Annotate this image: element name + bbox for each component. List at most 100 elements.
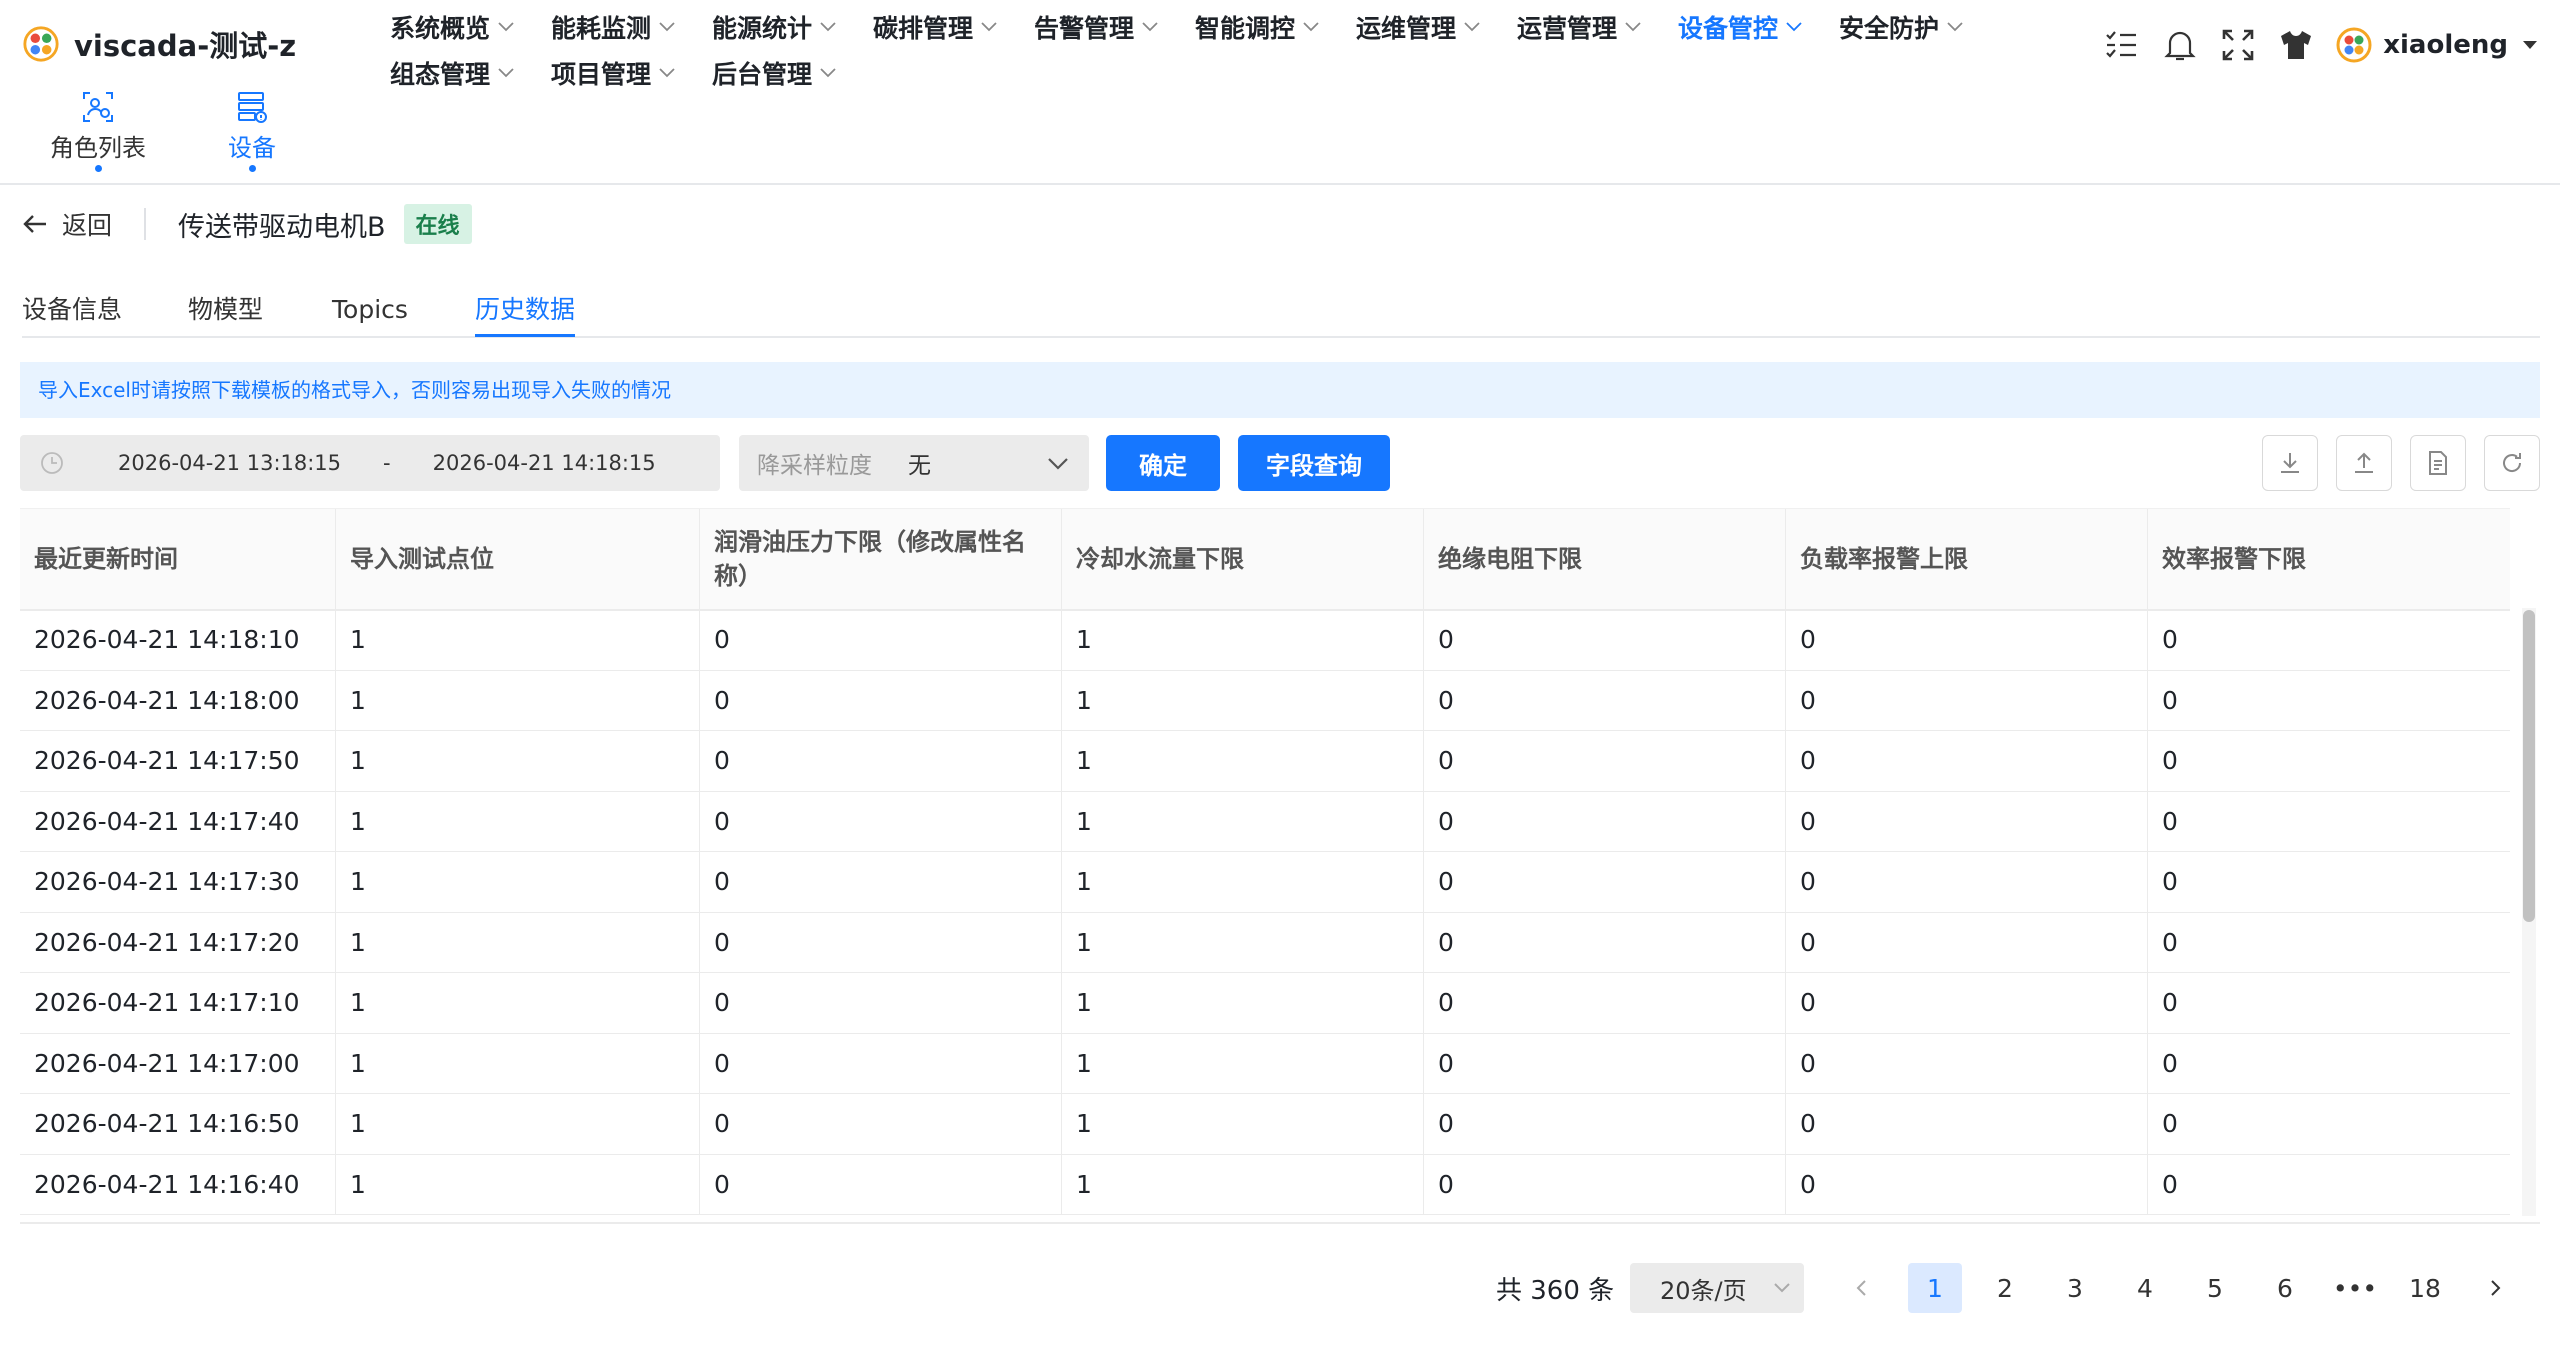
chevron-down-icon bbox=[498, 22, 514, 32]
page-button[interactable]: 3 bbox=[2048, 1263, 2102, 1313]
app-title: viscada-测试-z bbox=[74, 29, 297, 63]
logo-icon bbox=[23, 26, 59, 62]
arrow-left-icon bbox=[23, 215, 46, 233]
download-icon bbox=[2281, 453, 2299, 473]
prev-page-button[interactable] bbox=[1835, 1263, 1889, 1313]
tab-history-data[interactable]: 历史数据 bbox=[475, 292, 576, 337]
page-button[interactable]: 6 bbox=[2258, 1263, 2312, 1313]
page-ellipsis[interactable]: ••• bbox=[2328, 1263, 2382, 1313]
table-row: 2026-04-21 14:16:40 1 0 1 0 0 0 bbox=[20, 1154, 2510, 1215]
nav-item-row1-3[interactable]: 碳排管理 bbox=[873, 7, 1034, 47]
page-button[interactable]: 18 bbox=[2398, 1263, 2452, 1313]
table-cell: 0 bbox=[700, 791, 1062, 851]
table-cell: 0 bbox=[700, 973, 1062, 1033]
chevron-down-icon bbox=[1303, 22, 1319, 32]
table-cell: 1 bbox=[336, 1094, 700, 1154]
upload-button[interactable] bbox=[2336, 435, 2392, 491]
table-cell: 0 bbox=[1424, 731, 1786, 791]
table-cell: 2026-04-21 14:17:00 bbox=[20, 1033, 336, 1093]
download-button[interactable] bbox=[2262, 435, 2318, 491]
nav-item-label: 运维管理 bbox=[1356, 14, 1457, 43]
range-start[interactable]: 2026-04-21 13:18:15 bbox=[118, 451, 341, 475]
subnav-roles[interactable]: 角色列表 bbox=[28, 90, 168, 172]
tab-topics[interactable]: Topics bbox=[332, 292, 408, 334]
table-cell: 0 bbox=[700, 912, 1062, 972]
main-nav-row-1: 系统概览 能耗监测 能源统计 碳排管理 告警管理 智能调控 运维管理 运营管理 设备管控 安全防护 bbox=[390, 7, 2000, 47]
nav-item-row1-7[interactable]: 运营管理 bbox=[1517, 7, 1678, 47]
table-row: 2026-04-21 14:18:10 1 0 1 0 0 0 bbox=[20, 610, 2510, 671]
back-button[interactable]: 返回 bbox=[22, 206, 112, 242]
table-cell: 0 bbox=[2162, 1169, 2178, 1199]
table-cell: 1 bbox=[336, 791, 700, 851]
app-logo[interactable]: viscada-测试-z bbox=[22, 24, 296, 64]
subnav-device[interactable]: 设备 bbox=[182, 90, 322, 172]
next-page-button[interactable] bbox=[2468, 1263, 2522, 1313]
nav-item-row1-8[interactable]: 设备管控 bbox=[1678, 7, 1839, 47]
nav-item-label: 运营管理 bbox=[1517, 14, 1618, 43]
chevron-down-icon bbox=[981, 22, 997, 32]
task-list-icon[interactable] bbox=[2103, 26, 2141, 64]
theme-shirt-icon[interactable] bbox=[2277, 26, 2315, 64]
page-size-select[interactable]: 20条/页 bbox=[1630, 1263, 1804, 1313]
user-avatar[interactable] bbox=[2335, 26, 2373, 64]
upload-icon bbox=[2355, 452, 2373, 473]
downsample-select[interactable]: 降采样粒度 无 bbox=[739, 435, 1089, 491]
chevron-down-icon bbox=[1048, 458, 1068, 470]
page-size-value: 20条/页 bbox=[1660, 1276, 1747, 1305]
table-row: 2026-04-21 14:17:00 1 0 1 0 0 0 bbox=[20, 1033, 2510, 1094]
template-button[interactable] bbox=[2410, 435, 2466, 491]
nav-item-row2-1[interactable]: 项目管理 bbox=[551, 53, 712, 93]
user-name[interactable]: xiaoleng bbox=[2383, 30, 2508, 60]
nav-item-row2-2[interactable]: 后台管理 bbox=[712, 53, 873, 93]
table-cell: 2026-04-21 14:17:40 bbox=[20, 791, 336, 851]
chevron-down-icon bbox=[659, 22, 675, 32]
nav-item-row1-6[interactable]: 运维管理 bbox=[1356, 7, 1517, 47]
table-cell: 0 bbox=[1424, 912, 1786, 972]
nav-item-row1-2[interactable]: 能源统计 bbox=[712, 7, 873, 47]
tab-device-info[interactable]: 设备信息 bbox=[22, 292, 122, 334]
table-cell: 0 bbox=[1424, 610, 1786, 670]
table-cell: 0 bbox=[1786, 670, 2148, 730]
table-cell: 0 bbox=[1786, 610, 2148, 670]
chevron-down-icon bbox=[1142, 22, 1158, 32]
nav-item-label: 能源统计 bbox=[712, 14, 813, 43]
field-query-button[interactable]: 字段查询 bbox=[1238, 435, 1390, 491]
total-count: 共 360 条 bbox=[1496, 1276, 1615, 1306]
caret-down-icon[interactable] bbox=[2522, 39, 2538, 51]
page-button[interactable]: 1 bbox=[1908, 1263, 1962, 1313]
nav-item-row1-5[interactable]: 智能调控 bbox=[1195, 7, 1356, 47]
table-cell: 1 bbox=[336, 973, 700, 1033]
table-cell: 0 bbox=[1786, 973, 2148, 1033]
nav-item-row1-9[interactable]: 安全防护 bbox=[1839, 7, 2000, 47]
table-cell: 0 bbox=[2162, 867, 2178, 897]
table-cell: 1 bbox=[1062, 1154, 1424, 1214]
nav-item-row1-1[interactable]: 能耗监测 bbox=[551, 7, 712, 47]
nav-item-row2-0[interactable]: 组态管理 bbox=[390, 53, 551, 93]
page-button[interactable]: 4 bbox=[2118, 1263, 2172, 1313]
page-button[interactable]: 2 bbox=[1978, 1263, 2032, 1313]
bell-icon[interactable] bbox=[2161, 26, 2199, 64]
range-end[interactable]: 2026-04-21 14:18:15 bbox=[433, 451, 656, 475]
table-cell: 1 bbox=[336, 610, 700, 670]
tab-thing-model[interactable]: 物模型 bbox=[188, 292, 263, 334]
table-cell: 1 bbox=[336, 852, 700, 912]
nav-item-row1-4[interactable]: 告警管理 bbox=[1034, 7, 1195, 47]
table-cell: 1 bbox=[1062, 852, 1424, 912]
table-header: 最近更新时间 导入测试点位 润滑油压力下限（修改属性名称） 冷却水流量下限 绝缘电阻下限… bbox=[20, 508, 2510, 611]
table-cell: 2026-04-21 14:16:40 bbox=[20, 1154, 336, 1214]
table-cell: 0 bbox=[700, 852, 1062, 912]
nav-item-row1-0[interactable]: 系统概览 bbox=[390, 7, 551, 47]
refresh-button[interactable] bbox=[2484, 435, 2540, 491]
top-header: viscada-测试-z 系统概览 能耗监测 能源统计 碳排管理 告警管理 智能调控 运维管… bbox=[0, 0, 2560, 185]
column-header: 绝缘电阻下限 bbox=[1424, 509, 1786, 609]
table-cell: 1 bbox=[1062, 912, 1424, 972]
fullscreen-icon[interactable] bbox=[2219, 26, 2257, 64]
table-cell: 0 bbox=[2162, 1109, 2178, 1139]
table-cell: 2026-04-21 14:18:10 bbox=[20, 610, 336, 670]
page-button[interactable]: 5 bbox=[2188, 1263, 2242, 1313]
table-cell: 1 bbox=[1062, 1094, 1424, 1154]
table-scrollbar-thumb[interactable] bbox=[2523, 610, 2535, 922]
date-range-picker[interactable]: 2026-04-21 13:18:15 - 2026-04-21 14:18:1… bbox=[20, 435, 720, 491]
confirm-button[interactable]: 确定 bbox=[1106, 435, 1220, 491]
table-cell: 0 bbox=[1424, 791, 1786, 851]
